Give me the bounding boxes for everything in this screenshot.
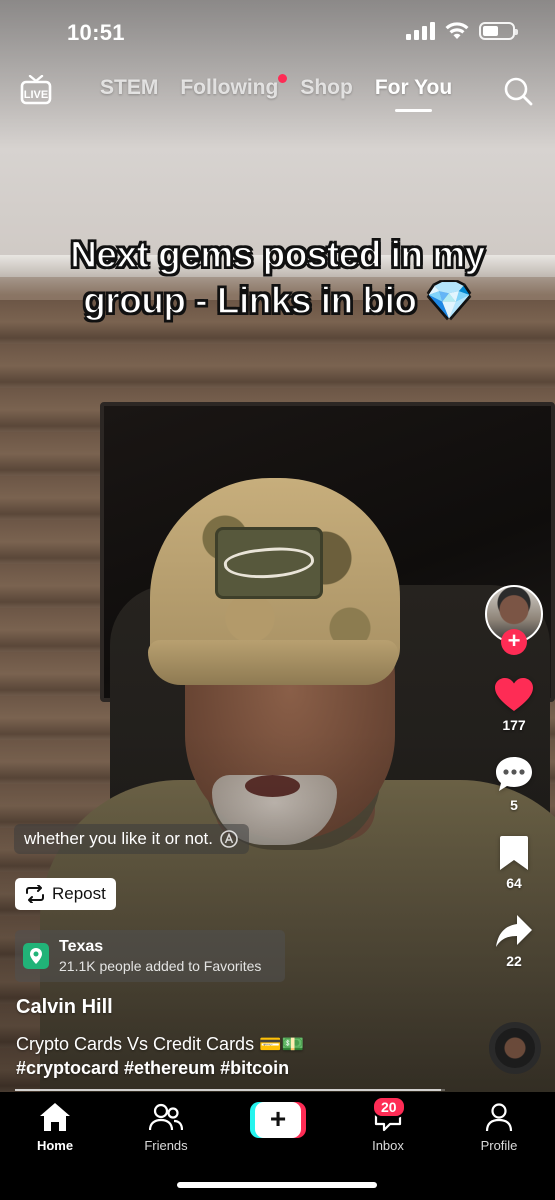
top-nav-tabs: STEM Following Shop For You (100, 74, 474, 112)
video-subtitle: whether you like it or not. (14, 824, 249, 854)
location-subtext: 21.1K people added to Favorites (59, 958, 262, 974)
subtitle-text: whether you like it or not. (24, 829, 213, 848)
video-player[interactable] (0, 0, 555, 1092)
tab-home-label: Home (36, 1138, 74, 1153)
bookmark-button[interactable]: 64 (499, 835, 529, 891)
tab-inbox[interactable]: 20 Inbox (348, 1096, 428, 1153)
action-rail: + 177 5 64 22 (483, 585, 545, 969)
tab-for-you-label: For You (374, 76, 453, 99)
comment-button[interactable]: 5 (494, 755, 534, 813)
video-person-cap-brim (148, 640, 398, 685)
live-label: LIVE (24, 89, 48, 101)
heart-icon (495, 678, 533, 711)
tab-friends[interactable]: Friends (126, 1102, 206, 1153)
repost-button[interactable]: Repost (15, 878, 116, 910)
plus-icon: + (255, 1102, 301, 1138)
location-name: Texas (59, 938, 104, 955)
notification-dot (278, 74, 288, 83)
tab-profile-label: Profile (480, 1138, 518, 1153)
search-icon[interactable] (503, 76, 533, 106)
share-arrow-icon (496, 915, 532, 947)
tab-shop-label: Shop (300, 76, 353, 99)
share-count: 22 (506, 953, 522, 969)
bookmark-count: 64 (506, 875, 522, 891)
profile-icon (485, 1103, 513, 1132)
translate-icon[interactable] (219, 829, 239, 849)
post-hashtags[interactable]: #cryptocard #ethereum #bitcoin (16, 1058, 289, 1079)
location-text: Texas 21.1K people added to Favorites (59, 938, 261, 974)
cellular-signal-icon (406, 22, 435, 40)
home-indicator (177, 1182, 377, 1188)
battery-level (483, 26, 499, 36)
share-button[interactable]: 22 (495, 913, 533, 969)
live-icon[interactable]: LIVE (20, 75, 52, 105)
tab-stem[interactable]: STEM (100, 76, 158, 100)
status-icons (406, 22, 518, 40)
video-progress-bar[interactable] (15, 1089, 445, 1091)
inbox-badge: 20 (372, 1096, 406, 1118)
video-overlay-caption: Next gems posted in my group - Links in … (69, 233, 486, 322)
video-progress-fill (15, 1089, 441, 1091)
tab-inbox-label: Inbox (372, 1138, 404, 1153)
tab-shop[interactable]: Shop (300, 76, 353, 100)
follow-button[interactable]: + (501, 629, 527, 655)
like-count: 177 (502, 717, 526, 733)
like-button[interactable]: 177 (494, 677, 534, 733)
battery-icon (479, 22, 518, 40)
create-button[interactable]: + (250, 1102, 306, 1138)
location-tag[interactable]: Texas 21.1K people added to Favorites (15, 930, 285, 982)
tab-home[interactable]: Home (15, 1102, 95, 1153)
home-icon (40, 1103, 70, 1131)
tab-following[interactable]: Following (180, 74, 288, 100)
tab-stem-label: STEM (100, 76, 159, 99)
friends-icon (149, 1103, 183, 1131)
repost-label: Repost (52, 884, 106, 903)
status-time: 10:51 (67, 20, 125, 45)
bookmark-icon (500, 836, 528, 870)
post-description: Crypto Cards Vs Credit Cards 💳💵 (16, 1034, 304, 1054)
repost-icon (26, 885, 44, 903)
tab-profile[interactable]: Profile (459, 1102, 539, 1153)
tab-for-you[interactable]: For You (374, 76, 453, 112)
comment-icon (496, 757, 532, 791)
tab-friends-label: Friends (144, 1138, 188, 1153)
music-disc[interactable] (489, 1022, 541, 1074)
location-pin-icon (23, 943, 49, 969)
author-name[interactable]: Calvin Hill (16, 996, 113, 1019)
wifi-icon (445, 22, 469, 39)
tab-following-label: Following (180, 76, 279, 99)
comment-count: 5 (510, 797, 518, 813)
